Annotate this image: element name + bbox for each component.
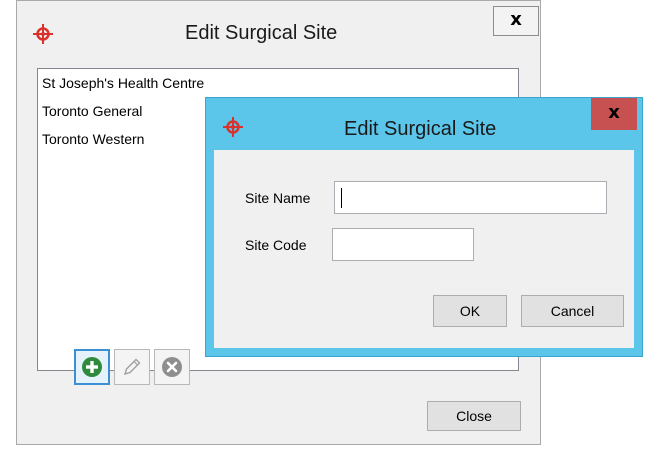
close-button[interactable]: Close [427, 401, 521, 431]
modal-title: Edit Surgical Site [344, 118, 497, 140]
crosshair-app-icon [33, 24, 53, 47]
site-code-label: Site Code [245, 237, 307, 253]
site-name-field[interactable] [334, 181, 607, 214]
modal-close-button[interactable]: x [591, 98, 637, 130]
list-item[interactable]: St Joseph's Health Centre [42, 75, 204, 91]
list-item[interactable]: Toronto Western [42, 131, 144, 147]
dialog-title: Edit Surgical Site [185, 22, 338, 44]
cancel-button[interactable]: Cancel [521, 295, 624, 327]
title-bar[interactable]: Edit Surgical Site x [17, 1, 540, 61]
text-caret [341, 188, 342, 208]
window-close-button[interactable]: x [493, 6, 539, 36]
ok-button[interactable]: OK [433, 295, 507, 327]
site-code-field[interactable] [332, 228, 474, 261]
add-site-button[interactable] [74, 349, 110, 385]
crosshair-app-icon [223, 117, 243, 140]
site-name-label: Site Name [245, 190, 311, 206]
list-item[interactable]: Toronto General [42, 103, 142, 119]
delete-site-button[interactable] [154, 349, 190, 385]
edit-site-button[interactable] [114, 349, 150, 385]
edit-surgical-site-modal: Edit Surgical Site x Site Name Site Code… [205, 97, 643, 357]
modal-body: Site Name Site Code OK Cancel [214, 150, 634, 348]
